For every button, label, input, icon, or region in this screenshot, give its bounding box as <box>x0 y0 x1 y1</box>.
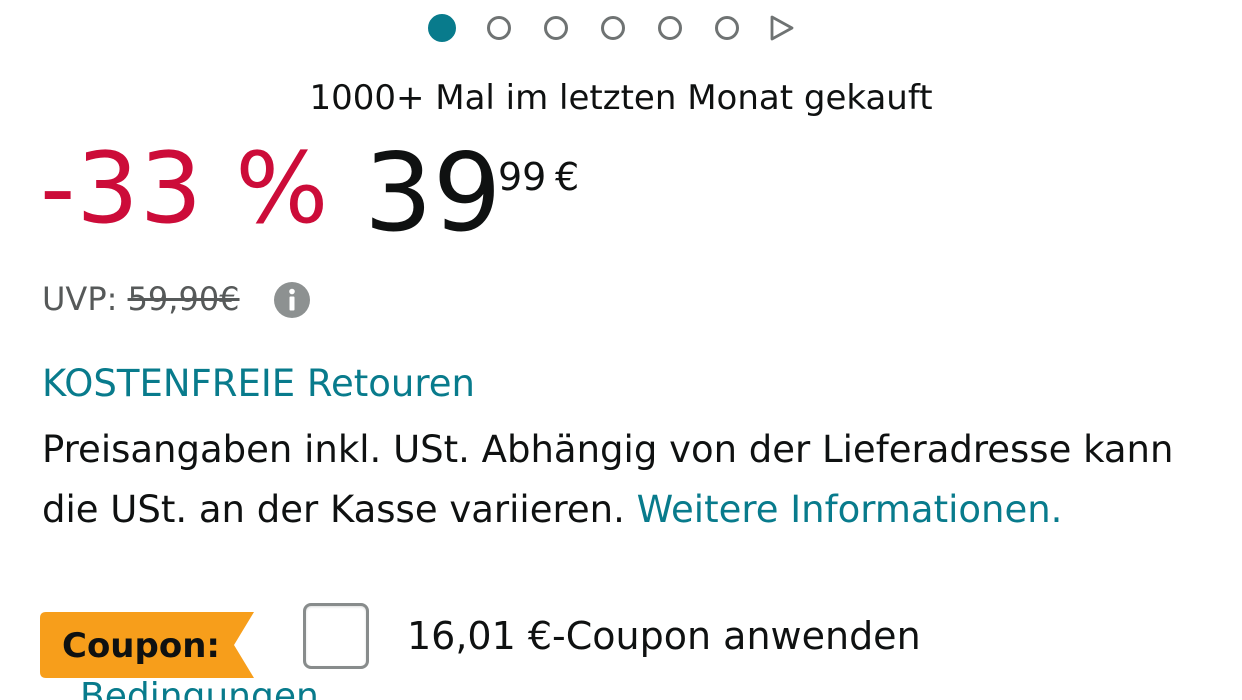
free-returns-link[interactable]: KOSTENFREIE Retouren <box>42 362 475 405</box>
carousel-dot-5[interactable] <box>658 16 682 40</box>
tax-note: Preisangaben inkl. USt. Abhängig von der… <box>42 420 1202 540</box>
discount-percentage: -33 % <box>40 132 330 246</box>
play-icon[interactable] <box>768 14 796 42</box>
carousel-dot-6[interactable] <box>715 16 739 40</box>
carousel-dot-2[interactable] <box>487 16 511 40</box>
carousel-dot-1[interactable] <box>428 14 456 42</box>
coupon-apply-label[interactable]: 16,01 €-Coupon anwenden <box>407 614 921 658</box>
coupon-badge-label: Coupon: <box>62 626 221 666</box>
list-price-label: UVP: <box>42 280 118 318</box>
coupon-terms-link[interactable]: Bedingungen <box>80 676 319 700</box>
price-fraction: 99 <box>498 155 547 199</box>
info-icon[interactable] <box>273 281 311 319</box>
carousel-dot-3[interactable] <box>544 16 568 40</box>
carousel-dot-4[interactable] <box>601 16 625 40</box>
list-price-value: 59,90€ <box>127 280 240 318</box>
more-info-link[interactable]: Weitere Informationen. <box>637 488 1063 531</box>
price-currency: € <box>555 155 580 199</box>
coupon-checkbox[interactable] <box>303 603 369 669</box>
purchase-count-note: 1000+ Mal im letzten Monat gekauft <box>309 78 933 118</box>
list-price: UVP: 59,90€ <box>42 280 240 318</box>
coupon-badge: Coupon: <box>40 612 254 678</box>
price-whole: 39 <box>364 131 502 256</box>
